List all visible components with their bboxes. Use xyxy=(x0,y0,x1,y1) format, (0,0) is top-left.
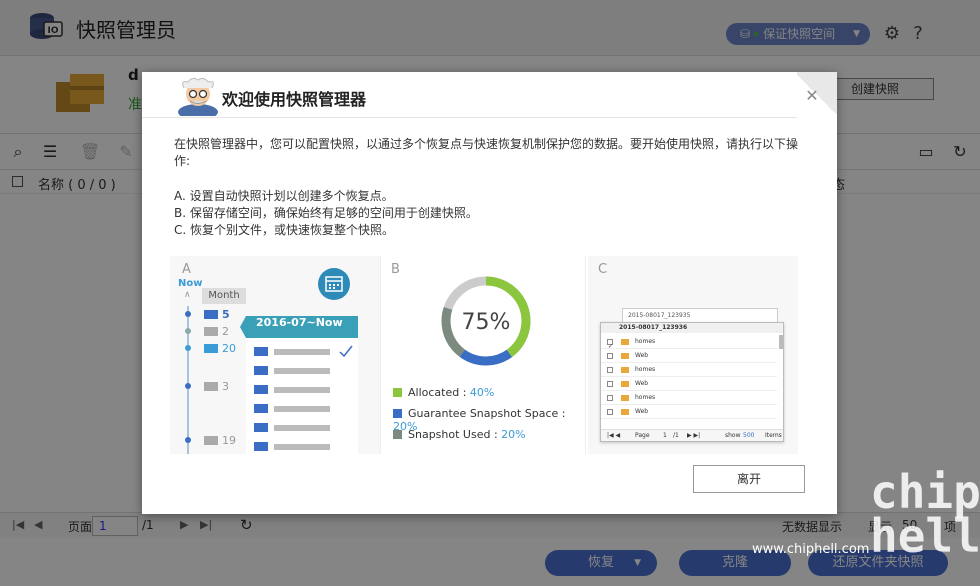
step-a: A. 设置自动快照计划以创建多个恢复点。 xyxy=(174,189,394,203)
folder-icon xyxy=(621,409,629,415)
dialog-steps: A. 设置自动快照计划以创建多个恢复点。 B. 保留存储空间，确保始终有足够的空… xyxy=(174,188,814,239)
pager-arrows-icon: |◀ ◀ xyxy=(607,432,621,439)
professor-avatar-icon xyxy=(178,77,218,116)
show-value: 500 xyxy=(743,432,755,439)
file-row[interactable]: Web xyxy=(601,349,777,363)
chevron-up-icon: ∧ xyxy=(184,290,191,300)
file-name: Web xyxy=(635,352,649,359)
file-row[interactable]: Web xyxy=(601,405,777,419)
legend-swatch xyxy=(393,388,402,397)
row-checkbox[interactable] xyxy=(607,353,613,359)
now-label: Now xyxy=(178,278,203,289)
file-name: homes xyxy=(635,394,656,401)
close-icon[interactable]: ✕ xyxy=(805,88,819,104)
leave-button[interactable]: 离开 xyxy=(693,465,805,493)
dialog-header: 欢迎使用快照管理器 ✕ xyxy=(142,72,837,118)
legend-label: Allocated : xyxy=(408,386,467,399)
items-label: Items xyxy=(765,432,782,439)
file-row[interactable]: ✓ homes xyxy=(601,335,777,350)
timeline-count: 20 xyxy=(222,342,236,355)
pager-arrows-icon: ▶ ▶| xyxy=(687,432,701,439)
legend-allocated: Allocated : 40% xyxy=(393,386,494,399)
calendar-icon xyxy=(318,268,350,300)
donut-percent: 75% xyxy=(461,310,511,335)
illustration-schedule: A Now ∧ Month 2016-07~Now 5 2 20 3 19 xyxy=(170,256,380,454)
file-window: 2015-08017_123936 ✓ homes Web homes Web homes… xyxy=(600,322,784,442)
page-total: /1 xyxy=(673,432,679,439)
row-checkbox[interactable] xyxy=(607,395,613,401)
folder-icon xyxy=(621,353,629,359)
folder-icon xyxy=(621,367,629,373)
dialog-intro: 在快照管理器中，您可以配置快照，以通过多个恢复点与快速恢复机制保护您的数据。要开… xyxy=(174,137,799,168)
file-window-title: 2015-08017_123936 xyxy=(601,323,783,333)
file-row[interactable]: homes xyxy=(601,391,777,405)
file-name: Web xyxy=(635,380,649,387)
file-name: Web xyxy=(635,408,649,415)
step-c: C. 恢复个别文件，或快速恢复整个快照。 xyxy=(174,223,395,237)
file-pager: |◀ ◀ Page 1 /1 ▶ ▶| show 500 Items xyxy=(601,429,783,441)
file-row[interactable]: Web xyxy=(601,377,777,391)
legend-swatch xyxy=(393,409,402,418)
row-checkbox[interactable] xyxy=(607,367,613,373)
legend-value: 20% xyxy=(501,428,526,441)
folder-icon xyxy=(621,339,629,345)
page-value: 1 xyxy=(663,432,667,439)
legend-label: Snapshot Used : xyxy=(408,428,498,441)
show-label: show xyxy=(725,432,741,439)
panel-c-letter: C xyxy=(598,262,608,277)
folder-icon xyxy=(621,381,629,387)
folder-icon xyxy=(621,395,629,401)
step-b: B. 保留存储空间，确保始终有足够的空间用于创建快照。 xyxy=(174,206,478,220)
timeline-count: 19 xyxy=(222,434,236,447)
row-checkbox[interactable] xyxy=(607,409,613,415)
panel-a-letter: A xyxy=(182,262,191,277)
panel-b-letter: B xyxy=(391,262,400,277)
dialog-title: 欢迎使用快照管理器 xyxy=(222,90,367,109)
legend-value: 40% xyxy=(469,386,495,399)
row-checkbox[interactable]: ✓ xyxy=(607,339,613,350)
file-row[interactable]: homes xyxy=(601,363,777,377)
scrollbar[interactable] xyxy=(779,335,783,349)
file-name: homes xyxy=(635,366,656,373)
timeline-count: 2 xyxy=(222,325,229,338)
watermark-logo: chip hell xyxy=(870,465,980,563)
range-label: 2016-07~Now xyxy=(256,316,343,329)
illustration-guarantee-space: B 75% Allocated : 40% Guarantee Snapshot… xyxy=(380,256,586,454)
legend-label: Guarantee Snapshot Space : xyxy=(408,407,566,420)
legend-swatch xyxy=(393,430,402,439)
timeline-count: 5 xyxy=(222,308,230,321)
page-label: Page xyxy=(635,432,650,439)
timeline-count: 3 xyxy=(222,380,229,393)
back-window-title: 2015-08017_123935 xyxy=(628,312,691,319)
illustration-file-restore: C 2015-08017_123935 2015-08017_123936 ✓ h… xyxy=(588,256,798,454)
row-checkbox[interactable] xyxy=(607,381,613,387)
legend-snapshot-used: Snapshot Used : 20% xyxy=(393,428,526,441)
welcome-dialog: 欢迎使用快照管理器 ✕ 在快照管理器中，您可以配置快照，以通过多个恢复点与快速恢… xyxy=(142,72,837,514)
watermark-url: www.chiphell.com xyxy=(752,542,870,557)
file-name: homes xyxy=(635,338,656,345)
